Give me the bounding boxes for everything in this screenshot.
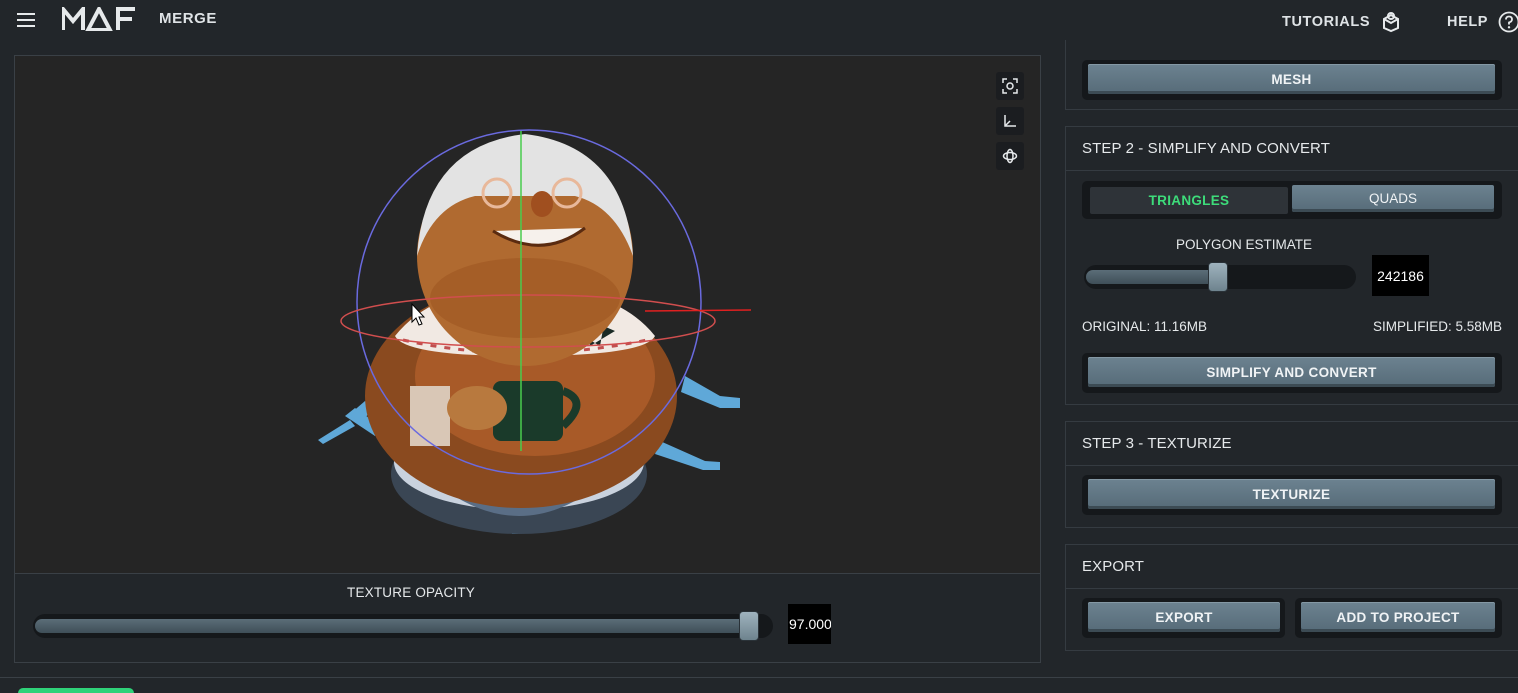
original-size: ORIGINAL: 11.16MB xyxy=(1082,319,1208,334)
texture-opacity-slider-thumb[interactable] xyxy=(739,611,759,641)
polygon-slider-fill xyxy=(1086,270,1218,284)
view-tools xyxy=(996,72,1024,170)
texture-opacity-slider[interactable] xyxy=(33,611,773,641)
step1-panel: MESH xyxy=(1065,40,1518,110)
polygon-estimate-slider[interactable] xyxy=(1084,262,1356,292)
step3-panel: STEP 3 - TEXTURIZE TEXTURIZE xyxy=(1065,421,1518,528)
polygon-estimate-label: POLYGON ESTIMATE xyxy=(1176,237,1313,252)
texture-opacity-value[interactable]: 97.0000 xyxy=(788,604,831,644)
gizmo-x-axis[interactable] xyxy=(644,309,752,312)
texture-opacity-slider-fill xyxy=(35,619,751,633)
graduation-cap-icon xyxy=(1383,12,1400,33)
axes-icon[interactable] xyxy=(996,107,1024,135)
top-header: MERGE TUTORIALS HELP xyxy=(0,0,1518,40)
add-to-project-button[interactable]: ADD TO PROJECT xyxy=(1301,602,1495,632)
3d-model-scene[interactable] xyxy=(15,56,1040,573)
app-title: MERGE xyxy=(159,10,218,27)
step3-title: STEP 3 - TEXTURIZE xyxy=(1066,422,1518,466)
tutorials-link[interactable]: TUTORIALS xyxy=(1282,11,1402,33)
export-button[interactable]: EXPORT xyxy=(1088,602,1280,632)
texture-opacity-bar: TEXTURE OPACITY 97.0000 xyxy=(15,573,1040,662)
polygon-slider-thumb[interactable] xyxy=(1208,262,1228,292)
export-panel: EXPORT EXPORT ADD TO PROJECT xyxy=(1065,544,1518,651)
simplified-size: SIMPLIFIED: 5.58MB xyxy=(1372,319,1502,334)
step2-panel: STEP 2 - SIMPLIFY AND CONVERT TRIANGLES … xyxy=(1065,126,1518,405)
quads-option[interactable]: QUADS xyxy=(1292,185,1494,212)
maf-logo-icon xyxy=(61,3,135,32)
hamburger-menu-icon[interactable] xyxy=(14,11,38,29)
tutorials-label: TUTORIALS xyxy=(1282,14,1371,30)
step2-title: STEP 2 - SIMPLIFY AND CONVERT xyxy=(1066,127,1518,171)
mesh-button[interactable]: MESH xyxy=(1088,64,1495,94)
export-title: EXPORT xyxy=(1066,545,1518,589)
help-label: HELP xyxy=(1447,14,1489,30)
footer-divider xyxy=(0,677,1518,678)
simplify-and-convert-button[interactable]: SIMPLIFY AND CONVERT xyxy=(1088,357,1495,387)
help-question-icon xyxy=(1498,11,1518,33)
help-link[interactable]: HELP xyxy=(1447,11,1518,33)
texture-opacity-label: TEXTURE OPACITY xyxy=(347,585,476,600)
footer-action-button[interactable] xyxy=(18,688,134,693)
orbit-icon[interactable] xyxy=(996,142,1024,170)
triangles-option[interactable]: TRIANGLES xyxy=(1090,187,1288,214)
maf-logo[interactable] xyxy=(61,3,136,36)
polygon-estimate-value[interactable]: 242186 xyxy=(1372,255,1429,296)
texturize-button[interactable]: TEXTURIZE xyxy=(1088,479,1495,509)
focus-icon[interactable] xyxy=(996,72,1024,100)
3d-viewport[interactable]: TEXTURE OPACITY 97.0000 xyxy=(14,55,1041,663)
